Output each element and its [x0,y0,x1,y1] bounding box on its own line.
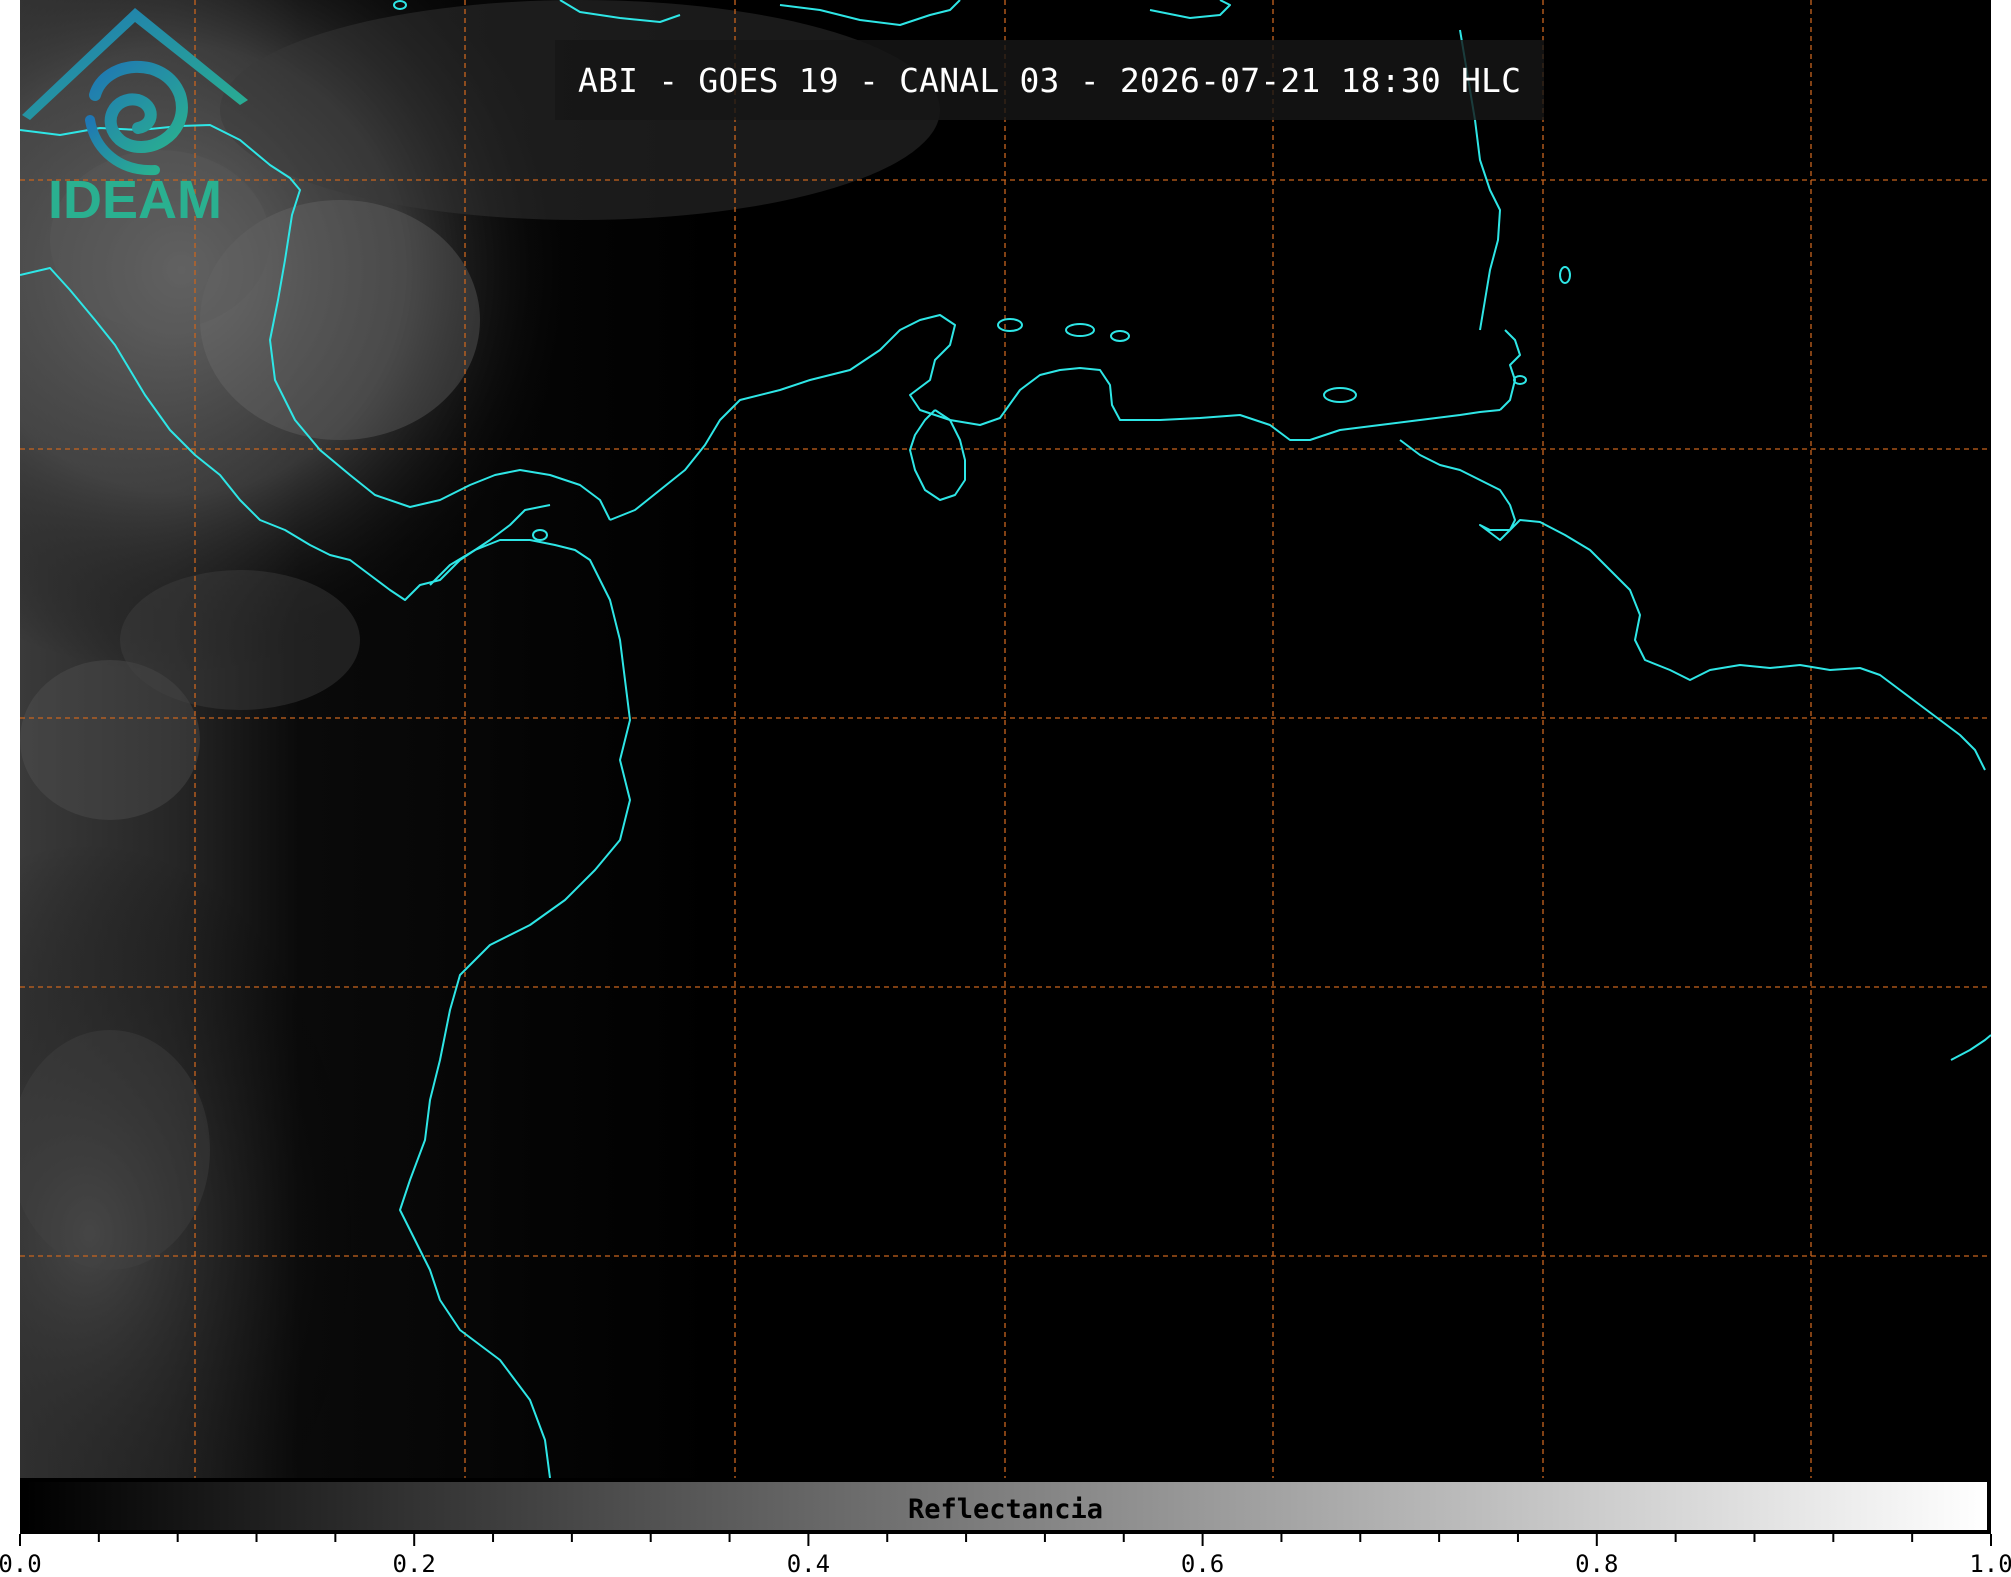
coastline-island-barbados [1559,266,1571,284]
colorbar: Reflectancia [20,1478,1991,1534]
coastline-trinidad [1499,329,1521,411]
coastline-island-puerto-rico [1149,0,1231,19]
coastline-island-margarita [1323,387,1357,403]
colorbar-tick-label: 1.0 [1969,1550,2011,1577]
satellite-image: ABI - GOES 19 - CANAL 03 - 2026-07-21 18… [20,0,1991,1478]
map-title: ABI - GOES 19 - CANAL 03 - 2026-07-21 18… [578,60,1522,100]
coastline-island-aruba [997,318,1023,332]
title-box: ABI - GOES 19 - CANAL 03 - 2026-07-21 18… [555,40,1545,120]
ideam-logo: IDEAM [22,8,248,225]
colorbar-tick-label: 0.8 [1575,1550,1618,1577]
logo-text: IDEAM [48,170,222,225]
colorbar-tick-label: 0.0 [0,1550,42,1577]
cloud-cell [120,570,360,710]
colorbar-tick-label: 0.6 [1181,1550,1224,1577]
coastline-island-curacao [1065,323,1095,337]
logo-swirl-icon [85,60,188,176]
coastline-island-bonaire [1110,330,1130,342]
coastline-guyana [1950,1034,1991,1061]
map-canvas [20,0,1991,1478]
colorbar-tick-label: 0.4 [787,1550,830,1577]
colorbar-label: Reflectancia [907,1494,1104,1525]
coastline-venezuela [1399,439,1986,771]
colorbar-tick-label: 0.2 [393,1550,436,1577]
